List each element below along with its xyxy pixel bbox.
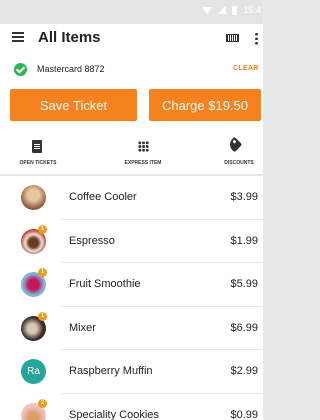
item-photo	[21, 185, 46, 210]
tab-label: OPEN TICKETS	[19, 160, 57, 166]
item-initials-avatar: Ra	[21, 359, 46, 384]
item-price: $3.99	[230, 191, 258, 203]
quantity-badge: 1	[38, 311, 47, 321]
list-item[interactable]: 1 Espresso $1.99	[0, 220, 263, 264]
item-price: $2.99	[230, 365, 258, 377]
hamburger-menu-icon[interactable]	[12, 32, 24, 42]
tab-open-tickets[interactable]: OPEN TICKETS	[0, 130, 88, 175]
item-price: $1.99	[230, 234, 258, 247]
quantity-badge: 2	[38, 398, 47, 408]
status-bar: 15:4	[0, 0, 263, 24]
list-item[interactable]: 1 Mixer $6.99	[0, 307, 263, 351]
item-price: $6.99	[230, 321, 258, 334]
barcode-icon[interactable]	[226, 34, 239, 42]
item-tabs: OPEN TICKETS EXPRESS ITEM DISCOUNTS	[0, 130, 263, 175]
grid-icon	[138, 141, 149, 152]
ticket-icon	[32, 140, 42, 153]
payment-card-row: Mastercard 8872 CLEAR	[0, 54, 263, 84]
status-time: 15:4	[243, 5, 261, 15]
item-name: Speciality Cookies	[69, 408, 159, 420]
tab-express-item[interactable]: EXPRESS ITEM	[88, 130, 176, 175]
tag-icon	[226, 136, 243, 153]
overflow-menu-icon[interactable]	[255, 32, 258, 45]
clear-button[interactable]: CLEAR	[233, 65, 259, 72]
wifi-icon	[202, 6, 213, 14]
action-buttons: Save Ticket Charge $19.50	[0, 84, 263, 130]
quantity-badge: 1	[38, 268, 47, 277]
tab-discounts[interactable]: DISCOUNTS	[176, 130, 263, 175]
item-name: Mixer	[69, 321, 96, 334]
item-list: Coffee Cooler $3.99 1 Espresso $1.99 1 F…	[0, 176, 263, 420]
item-name: Coffee Cooler	[69, 191, 137, 203]
list-item[interactable]: 2 Speciality Cookies $0.99	[0, 394, 263, 420]
tab-label: EXPRESS ITEM	[124, 160, 162, 166]
battery-icon	[232, 5, 238, 15]
app-bar: All Items	[0, 24, 263, 54]
item-initials: Ra	[27, 366, 40, 377]
signal-icon	[218, 6, 227, 14]
check-icon	[14, 63, 27, 76]
page-title: All Items	[38, 29, 101, 46]
item-price: $5.99	[230, 278, 258, 290]
status-icons: 15:4	[202, 5, 261, 15]
item-name: Espresso	[69, 234, 115, 247]
list-item[interactable]: 1 Fruit Smoothie $5.99	[0, 263, 263, 307]
card-label: Mastercard 8872	[37, 64, 105, 74]
item-name: Raspberry Muffin	[69, 365, 153, 377]
quantity-badge: 1	[38, 224, 47, 234]
list-item[interactable]: Ra Raspberry Muffin $2.99	[0, 350, 263, 394]
save-ticket-button[interactable]: Save Ticket	[10, 89, 137, 121]
list-item[interactable]: Coffee Cooler $3.99	[0, 176, 263, 220]
tab-label: DISCOUNTS	[224, 160, 254, 166]
item-name: Fruit Smoothie	[69, 278, 141, 290]
charge-button[interactable]: Charge $19.50	[149, 89, 261, 121]
item-price: $0.99	[230, 408, 258, 420]
